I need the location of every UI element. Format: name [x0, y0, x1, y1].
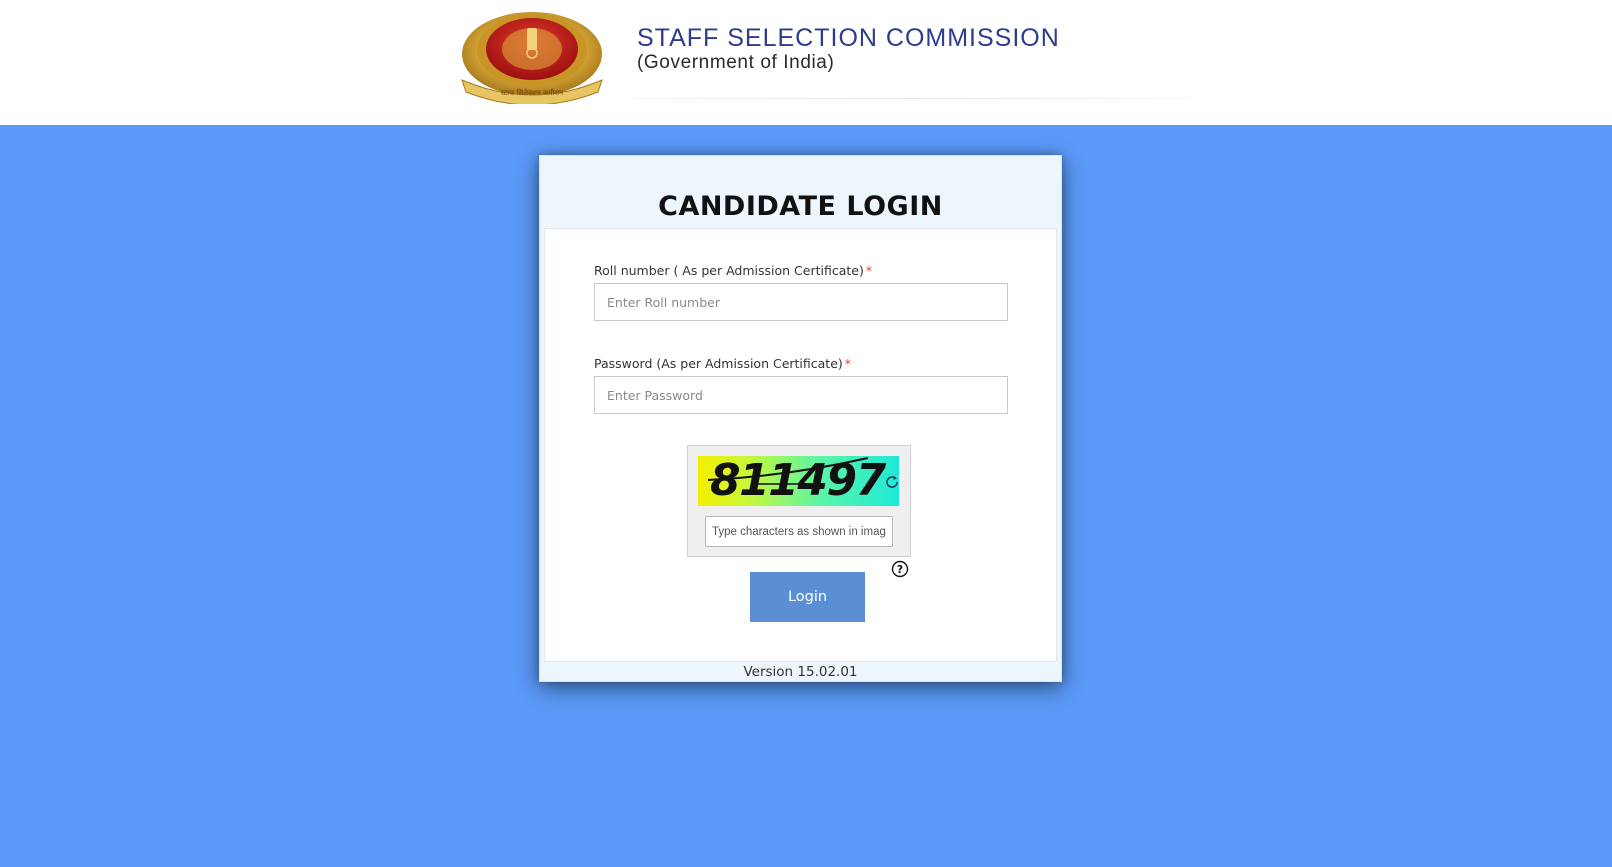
emblem-motto: स्टाफ सिलेक्शन कमीशन [501, 88, 563, 97]
header-subtitle: (Government of India) [637, 52, 835, 73]
login-button[interactable]: Login [750, 572, 865, 622]
refresh-icon[interactable] [883, 473, 901, 491]
header-divider [630, 98, 1190, 99]
header-title: STAFF SELECTION COMMISSION [637, 24, 1060, 52]
captcha-code: 811497 [710, 456, 886, 506]
roll-number-label: Roll number ( As per Admission Certifica… [594, 263, 872, 279]
login-card: CANDIDATE LOGIN Roll number ( As per Adm… [539, 155, 1062, 682]
version-label: Version 15.02.01 [743, 664, 858, 680]
captcha-input[interactable] [705, 516, 893, 547]
required-mark: * [844, 356, 852, 371]
captcha-box: 811497 [687, 445, 911, 557]
required-mark: * [865, 263, 873, 278]
site-header: स्टाफ सिलेक्शन कमीशन STAFF SELECTION COM… [0, 0, 1612, 125]
roll-number-label-text: Roll number ( As per Admission Certifica… [594, 263, 864, 278]
captcha-image: 811497 [698, 456, 899, 506]
help-icon[interactable]: ? [891, 560, 909, 578]
svg-text:?: ? [897, 563, 903, 576]
login-form: Roll number ( As per Admission Certifica… [544, 228, 1057, 662]
password-label: Password (As per Admission Certificate) * [594, 356, 851, 372]
password-label-text: Password (As per Admission Certificate) [594, 356, 843, 371]
password-input[interactable] [594, 376, 1008, 414]
roll-number-input[interactable] [594, 283, 1008, 321]
ssc-emblem-icon: स्टाफ सिलेक्शन कमीशन [461, 12, 603, 104]
login-title: CANDIDATE LOGIN [658, 191, 943, 222]
